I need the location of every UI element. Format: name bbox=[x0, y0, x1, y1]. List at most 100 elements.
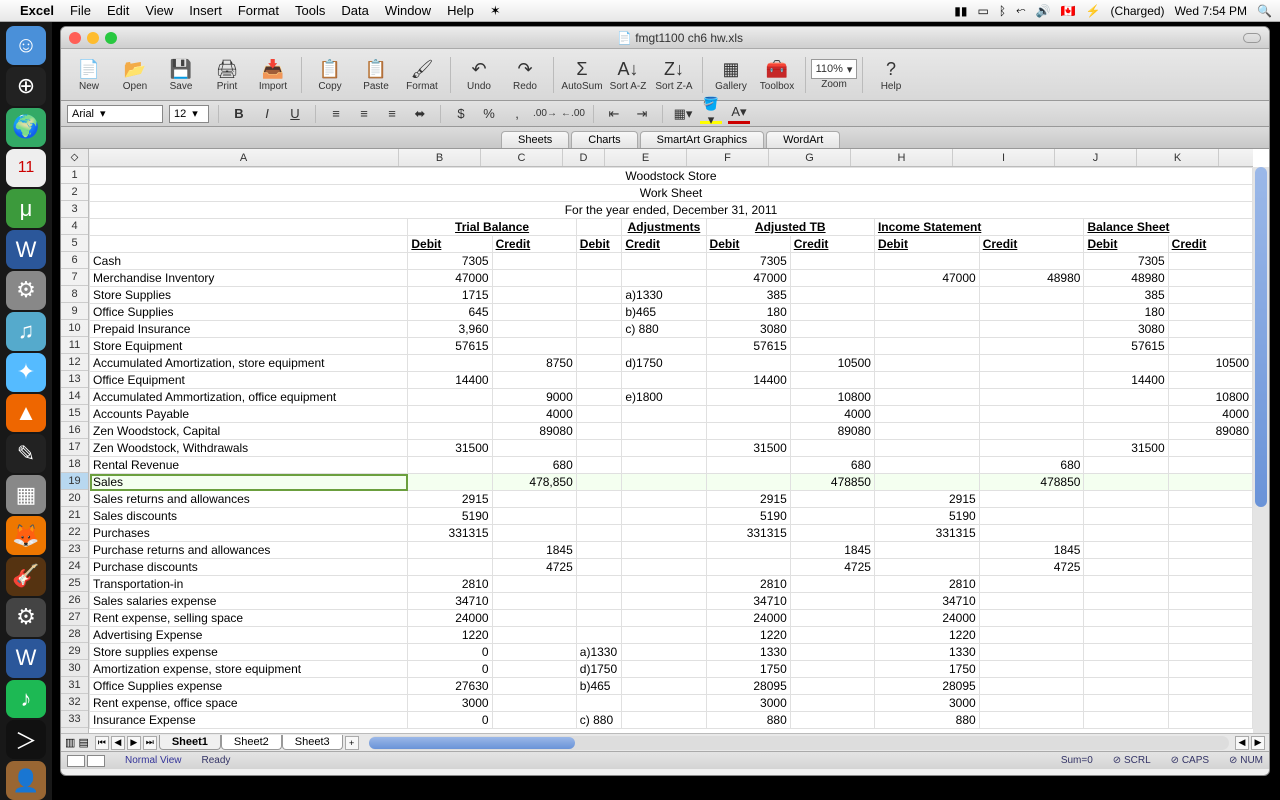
cell[interactable] bbox=[874, 559, 979, 576]
cell[interactable] bbox=[622, 338, 706, 355]
sheet-tab-sheet3[interactable]: Sheet3 bbox=[282, 735, 343, 750]
cell[interactable]: Rent expense, office space bbox=[90, 695, 408, 712]
cell[interactable] bbox=[622, 491, 706, 508]
open-button[interactable]: 📂Open bbox=[113, 57, 157, 92]
cell[interactable]: 478850 bbox=[790, 474, 874, 491]
cell[interactable] bbox=[874, 321, 979, 338]
cell[interactable] bbox=[408, 389, 492, 406]
cell[interactable] bbox=[979, 253, 1084, 270]
menu-app[interactable]: Excel bbox=[20, 3, 54, 18]
row-header-1[interactable]: 1 bbox=[61, 167, 88, 184]
cell[interactable]: a)1330 bbox=[576, 644, 622, 661]
cell[interactable] bbox=[790, 338, 874, 355]
cell[interactable] bbox=[790, 610, 874, 627]
cell[interactable] bbox=[706, 355, 790, 372]
tab-smartart-graphics[interactable]: SmartArt Graphics bbox=[640, 131, 764, 148]
row-header-32[interactable]: 32 bbox=[61, 694, 88, 711]
cell[interactable]: 1845 bbox=[790, 542, 874, 559]
cell[interactable]: Accumulated Amortization, store equipmen… bbox=[90, 355, 408, 372]
cell[interactable] bbox=[790, 491, 874, 508]
row-header-18[interactable]: 18 bbox=[61, 456, 88, 473]
cell[interactable]: 31500 bbox=[1084, 440, 1168, 457]
row-header-8[interactable]: 8 bbox=[61, 286, 88, 303]
row-header-14[interactable]: 14 bbox=[61, 388, 88, 405]
cell[interactable]: 0 bbox=[408, 644, 492, 661]
cell[interactable] bbox=[622, 525, 706, 542]
cell[interactable] bbox=[1084, 661, 1168, 678]
cell[interactable]: c) 880 bbox=[622, 321, 706, 338]
new-button[interactable]: 📄New bbox=[67, 57, 111, 92]
dock-photo-icon[interactable]: 👤 bbox=[6, 761, 46, 800]
cell[interactable] bbox=[576, 593, 622, 610]
format-button[interactable]: 🖌Format bbox=[400, 57, 444, 92]
cell[interactable] bbox=[576, 610, 622, 627]
add-sheet-button[interactable]: + bbox=[345, 736, 359, 750]
cell[interactable]: d)1750 bbox=[576, 661, 622, 678]
cell[interactable] bbox=[1168, 440, 1252, 457]
sheet-tab-sheet1[interactable]: Sheet1 bbox=[159, 735, 221, 750]
cell[interactable] bbox=[1168, 372, 1252, 389]
row-header-33[interactable]: 33 bbox=[61, 711, 88, 728]
cell[interactable]: 48980 bbox=[979, 270, 1084, 287]
cell[interactable] bbox=[1168, 542, 1252, 559]
dock-cal-icon[interactable]: 11 bbox=[6, 149, 46, 188]
cell[interactable] bbox=[492, 661, 576, 678]
cell[interactable] bbox=[492, 627, 576, 644]
tab-charts[interactable]: Charts bbox=[571, 131, 637, 148]
cell[interactable] bbox=[622, 474, 706, 491]
cell[interactable] bbox=[1084, 491, 1168, 508]
col-header-I[interactable]: I bbox=[953, 149, 1055, 166]
cell[interactable] bbox=[492, 644, 576, 661]
dock-utorrent-icon[interactable]: μ bbox=[6, 189, 46, 228]
cell[interactable] bbox=[492, 712, 576, 729]
cell[interactable]: Sales returns and allowances bbox=[90, 491, 408, 508]
cell[interactable] bbox=[1084, 474, 1168, 491]
cell[interactable] bbox=[790, 576, 874, 593]
cell[interactable]: 2915 bbox=[408, 491, 492, 508]
cell[interactable] bbox=[979, 355, 1084, 372]
cell[interactable]: 3000 bbox=[408, 695, 492, 712]
cell[interactable]: Credit bbox=[492, 236, 576, 253]
dock-safari-icon[interactable]: ✦ bbox=[6, 353, 46, 392]
cell[interactable] bbox=[874, 287, 979, 304]
cell[interactable]: 478,850 bbox=[492, 474, 576, 491]
cell[interactable] bbox=[492, 576, 576, 593]
cell[interactable] bbox=[576, 491, 622, 508]
col-header-B[interactable]: B bbox=[399, 149, 481, 166]
col-header-C[interactable]: C bbox=[481, 149, 563, 166]
cell[interactable]: 8750 bbox=[492, 355, 576, 372]
cell[interactable]: 89080 bbox=[1168, 423, 1252, 440]
cell[interactable] bbox=[790, 712, 874, 729]
cell[interactable] bbox=[1084, 678, 1168, 695]
comma-button[interactable]: , bbox=[506, 104, 528, 124]
cell[interactable]: 34710 bbox=[874, 593, 979, 610]
percent-button[interactable]: % bbox=[478, 104, 500, 124]
dock-pref-icon[interactable]: ⚙ bbox=[6, 271, 46, 310]
cell[interactable]: 1715 bbox=[408, 287, 492, 304]
cell[interactable]: 1220 bbox=[874, 627, 979, 644]
cell[interactable]: Debit bbox=[408, 236, 492, 253]
cell[interactable]: Debit bbox=[1084, 236, 1168, 253]
cell[interactable] bbox=[492, 287, 576, 304]
cell[interactable]: c) 880 bbox=[576, 712, 622, 729]
cell[interactable]: 680 bbox=[979, 457, 1084, 474]
row-header-17[interactable]: 17 bbox=[61, 439, 88, 456]
cell[interactable]: 1845 bbox=[979, 542, 1084, 559]
cell[interactable] bbox=[979, 695, 1084, 712]
cell[interactable] bbox=[979, 712, 1084, 729]
cell[interactable] bbox=[576, 406, 622, 423]
cell[interactable] bbox=[979, 525, 1084, 542]
cell[interactable]: Sales bbox=[90, 474, 408, 491]
cell[interactable] bbox=[1168, 525, 1252, 542]
cell[interactable] bbox=[90, 219, 408, 236]
cell[interactable] bbox=[979, 406, 1084, 423]
cell[interactable]: Purchases bbox=[90, 525, 408, 542]
cell[interactable] bbox=[1084, 644, 1168, 661]
dec-indent-button[interactable]: ⇤ bbox=[603, 104, 625, 124]
font-combo[interactable]: Arial▾ bbox=[67, 105, 163, 123]
cell[interactable] bbox=[622, 423, 706, 440]
cell[interactable] bbox=[979, 678, 1084, 695]
cell[interactable]: Accounts Payable bbox=[90, 406, 408, 423]
cell[interactable] bbox=[874, 423, 979, 440]
row-header-25[interactable]: 25 bbox=[61, 575, 88, 592]
